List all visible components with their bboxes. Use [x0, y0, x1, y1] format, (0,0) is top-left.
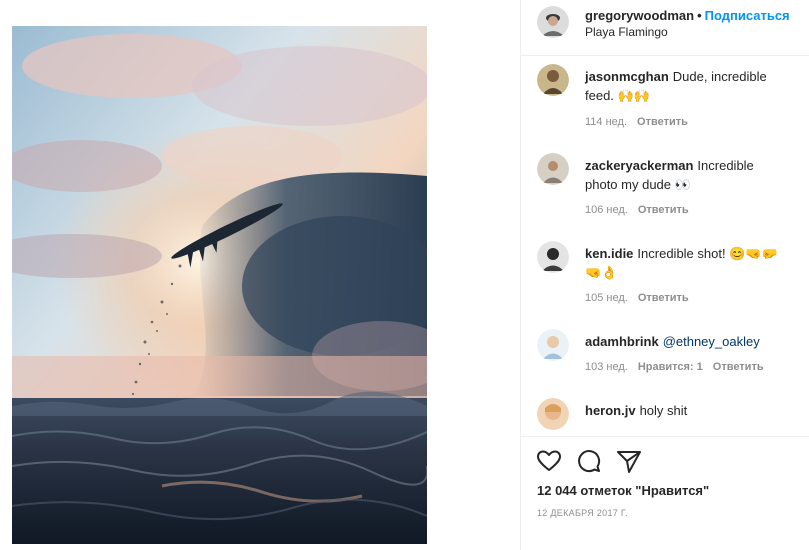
- post-photo-image: [12, 26, 427, 544]
- comment-text: adamhbrink @ethney_oakley: [585, 332, 785, 351]
- comment-text: heron.jv holy shit: [585, 401, 785, 420]
- post-header: gregorywoodman • Подписаться Playa Flaming…: [521, 0, 809, 56]
- location-link[interactable]: Playa Flamingo: [585, 25, 668, 39]
- post-side-panel: gregorywoodman • Подписаться Playa Flaming…: [520, 0, 809, 550]
- comment-meta: 105 нед. Ответить: [585, 292, 699, 304]
- comment-age[interactable]: 106 нед.: [585, 204, 628, 216]
- comment-username[interactable]: ken.idie: [585, 246, 633, 261]
- likes-summary[interactable]: 12 044 отметок "Нравится": [537, 483, 709, 498]
- comment-username[interactable]: adamhbrink: [585, 334, 659, 349]
- comment-text: ken.idie Incredible shot! 😊🤜🤛🤜👌: [585, 244, 785, 282]
- post-date[interactable]: 12 декабря 2017 г.: [537, 508, 628, 518]
- likes-count: 12 044: [537, 483, 577, 498]
- comment-icon[interactable]: [575, 447, 603, 475]
- author-line: gregorywoodman • Подписаться: [585, 8, 790, 23]
- comment-username[interactable]: zackeryackerman: [585, 158, 693, 173]
- follow-button[interactable]: Подписаться: [705, 8, 790, 23]
- reply-button[interactable]: Ответить: [638, 292, 689, 304]
- post-photo[interactable]: [12, 26, 427, 544]
- comment-body: holy shit: [639, 403, 688, 418]
- reply-button[interactable]: Ответить: [713, 361, 764, 373]
- separator-dot: •: [697, 8, 702, 23]
- commenter-avatar[interactable]: [537, 398, 569, 430]
- commenter-avatar[interactable]: [537, 329, 569, 361]
- photo-pane: [0, 0, 520, 550]
- comment-age[interactable]: 105 нед.: [585, 292, 628, 304]
- comment-age[interactable]: 103 нед.: [585, 361, 628, 373]
- post-actions-bar: 12 044 отметок "Нравится" 12 декабря 201…: [521, 436, 809, 550]
- comment-username[interactable]: heron.jv: [585, 403, 636, 418]
- comment-age[interactable]: 114 нед.: [585, 116, 627, 128]
- share-icon[interactable]: [615, 447, 643, 475]
- commenter-avatar[interactable]: [537, 241, 569, 273]
- likes-label: отметок "Нравится": [580, 483, 710, 498]
- comment-text: zackeryackerman Incredible photo my dude …: [585, 156, 785, 194]
- comment-meta: 103 нед. Нравится: 1 Ответить: [585, 361, 774, 373]
- author-avatar[interactable]: [537, 6, 569, 38]
- comment-username[interactable]: jasonmcghan: [585, 69, 669, 84]
- comment-text: jasonmcghan Dude, incredible feed. 🙌🙌: [585, 67, 785, 105]
- reply-button[interactable]: Ответить: [637, 116, 688, 128]
- author-username[interactable]: gregorywoodman: [585, 8, 694, 23]
- comment-meta: 106 нед. Ответить: [585, 204, 699, 216]
- commenter-avatar[interactable]: [537, 153, 569, 185]
- comment-mention-link[interactable]: @ethney_oakley: [663, 334, 760, 349]
- commenter-avatar[interactable]: [537, 64, 569, 96]
- reply-button[interactable]: Ответить: [638, 204, 689, 216]
- comment-meta: 114 нед. Ответить: [585, 116, 698, 128]
- heart-icon[interactable]: [535, 447, 563, 475]
- comment-likes-count[interactable]: Нравится: 1: [638, 361, 703, 373]
